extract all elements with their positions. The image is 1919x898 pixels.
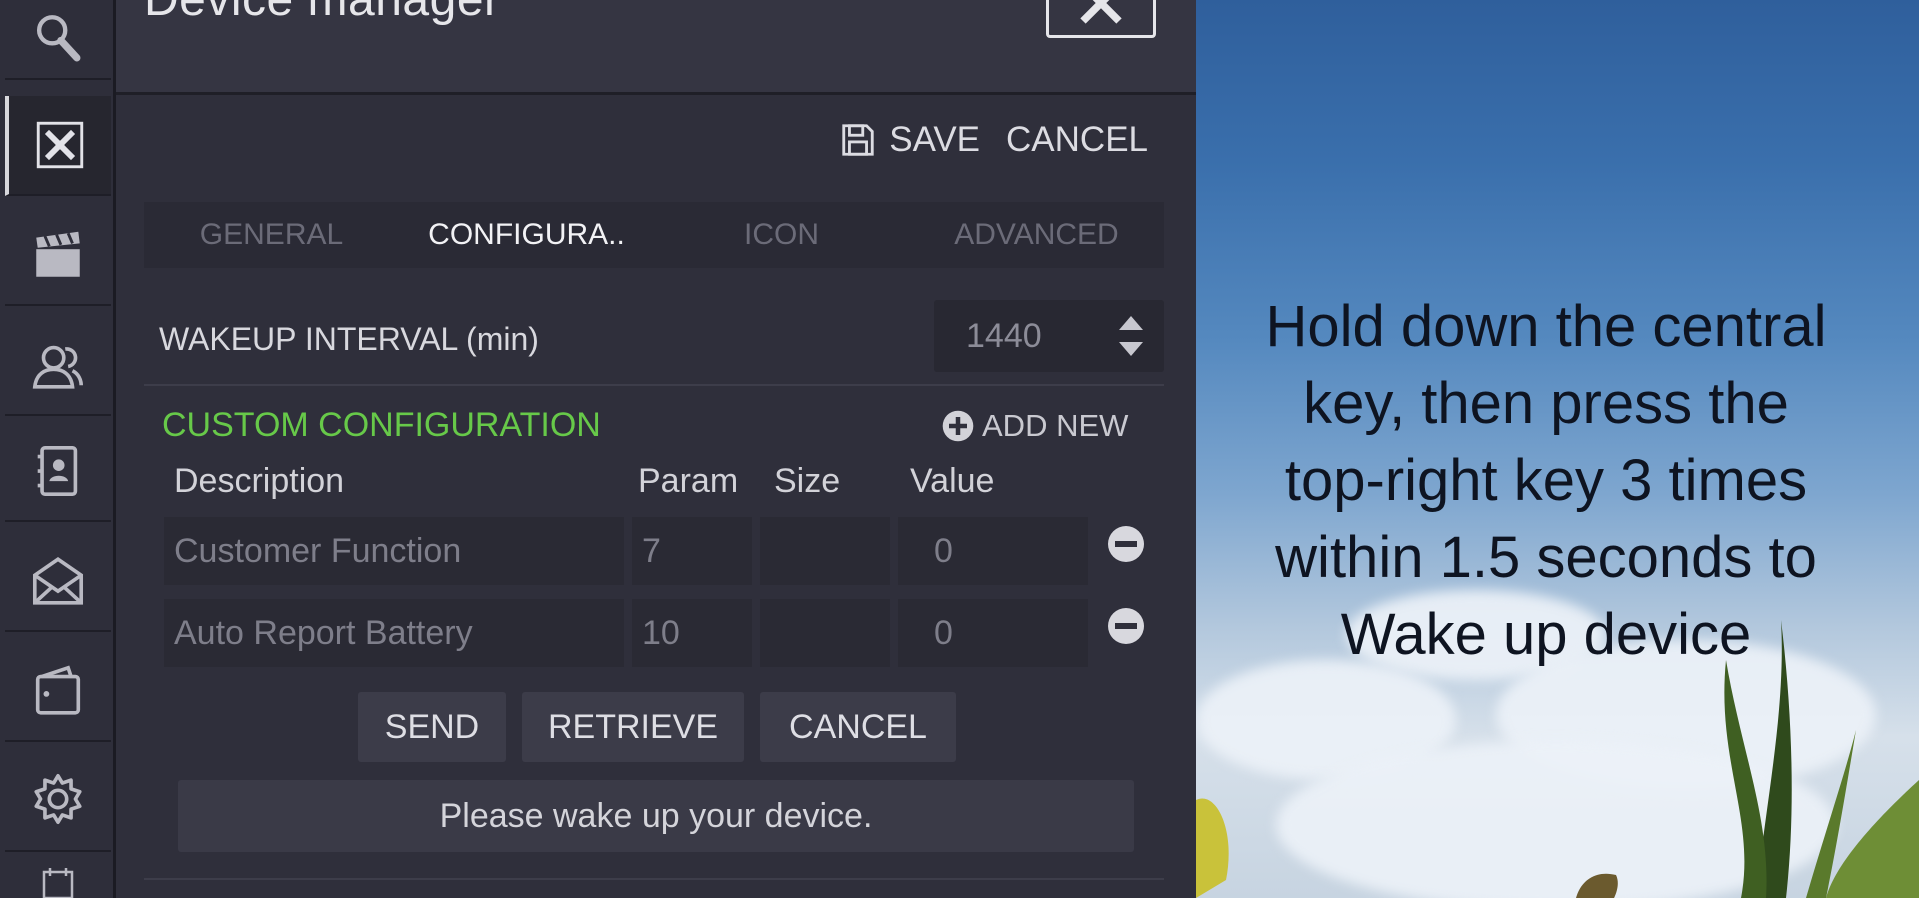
instruction-photo: Hold down the central key, then press th…: [1196, 0, 1919, 898]
device-manager-icon: [1080, 0, 1122, 24]
sidebar-item-messages[interactable]: [5, 532, 111, 632]
instruction-line: within 1.5 seconds to: [1275, 525, 1817, 590]
status-message: Please wake up your device.: [178, 780, 1134, 852]
sidebar-item-device-manager[interactable]: [5, 96, 111, 196]
sidebar-item-users[interactable]: [5, 316, 111, 416]
column-header-description: Description: [174, 462, 345, 500]
users-icon: [32, 345, 84, 389]
tab-advanced[interactable]: ADVANCED: [909, 202, 1164, 268]
plus-circle-icon: [942, 410, 974, 442]
add-new-button[interactable]: ADD NEW: [940, 408, 1128, 444]
header-device-button[interactable]: [1046, 0, 1156, 38]
device-manager-panel: Device manager SAVE CANCEL GENERAL CONFI…: [116, 0, 1196, 898]
wallet-icon: [35, 665, 81, 715]
sidebar-item-settings[interactable]: [5, 748, 111, 852]
add-new-label: ADD NEW: [982, 408, 1129, 443]
app-root: Device manager SAVE CANCEL GENERAL CONFI…: [0, 0, 1919, 898]
gear-icon: [34, 773, 82, 825]
cancel-button[interactable]: CANCEL: [760, 692, 956, 762]
sidebar-item-scenes[interactable]: [5, 206, 111, 306]
tab-configuration[interactable]: CONFIGURA..: [399, 202, 654, 268]
instruction-line: Wake up device: [1340, 602, 1752, 667]
envelope-icon: [32, 557, 84, 605]
sidebar-item-calendar[interactable]: [5, 864, 111, 898]
sidebar-item-wallet[interactable]: [5, 642, 111, 742]
row2-value-input[interactable]: 0: [898, 599, 1088, 667]
panel-actions: SAVE CANCEL: [839, 120, 1148, 160]
row2-param-input[interactable]: 10: [632, 599, 752, 667]
spinner-arrows-icon[interactable]: [1116, 312, 1146, 360]
wakeup-instruction-text: Hold down the central key, then press th…: [1196, 288, 1896, 673]
floppy-disk-icon: [842, 124, 874, 156]
remove-row-icon[interactable]: [1106, 606, 1146, 646]
column-header-size: Size: [774, 462, 841, 500]
instruction-line: Hold down the central: [1265, 294, 1827, 359]
clapperboard-icon: [36, 231, 80, 277]
wakeup-interval-label: WAKEUP INTERVAL (min): [159, 320, 539, 357]
row1-param-input[interactable]: 7: [632, 517, 752, 585]
custom-configuration-heading: CUSTOM CONFIGURATION: [162, 406, 601, 444]
panel-header: Device manager: [116, 0, 1196, 95]
tab-general[interactable]: GENERAL: [144, 202, 399, 268]
row1-size-input[interactable]: [760, 517, 890, 585]
bottom-divider: [144, 878, 1164, 880]
row1-description-input[interactable]: Customer Function: [164, 517, 624, 585]
panel-title: Device manager: [144, 0, 501, 27]
instruction-line: key, then press the: [1303, 371, 1789, 436]
icon-sidebar: [0, 0, 116, 898]
sidebar-item-contacts[interactable]: [5, 422, 111, 522]
row2-description-input[interactable]: Auto Report Battery: [164, 599, 624, 667]
section-divider: [144, 384, 1164, 386]
cancel-header-button[interactable]: CANCEL: [1006, 120, 1148, 160]
device-manager-icon: [36, 121, 84, 169]
calendar-icon: [42, 868, 74, 898]
wakeup-interval-input[interactable]: 1440: [934, 300, 1164, 372]
search-icon: [36, 15, 81, 62]
tab-bar: GENERAL CONFIGURA.. ICON ADVANCED: [144, 202, 1164, 268]
save-label: SAVE: [889, 120, 981, 159]
save-button[interactable]: SAVE: [839, 120, 980, 160]
instruction-line: top-right key 3 times: [1284, 448, 1808, 513]
column-header-param: Param: [638, 462, 739, 500]
row1-value-input[interactable]: 0: [898, 517, 1088, 585]
column-header-value: Value: [910, 462, 995, 500]
row2-size-input[interactable]: [760, 599, 890, 667]
wakeup-interval-value: 1440: [966, 316, 1042, 355]
remove-row-icon[interactable]: [1106, 524, 1146, 564]
sidebar-item-search[interactable]: [5, 0, 111, 80]
wakeup-interval-row: WAKEUP INTERVAL (min) 1440: [144, 300, 1164, 378]
contacts-book-icon: [37, 445, 78, 497]
tab-icon[interactable]: ICON: [654, 202, 909, 268]
cancel-header-label: CANCEL: [1006, 120, 1148, 159]
send-button[interactable]: SEND: [358, 692, 506, 762]
retrieve-button[interactable]: RETRIEVE: [522, 692, 744, 762]
